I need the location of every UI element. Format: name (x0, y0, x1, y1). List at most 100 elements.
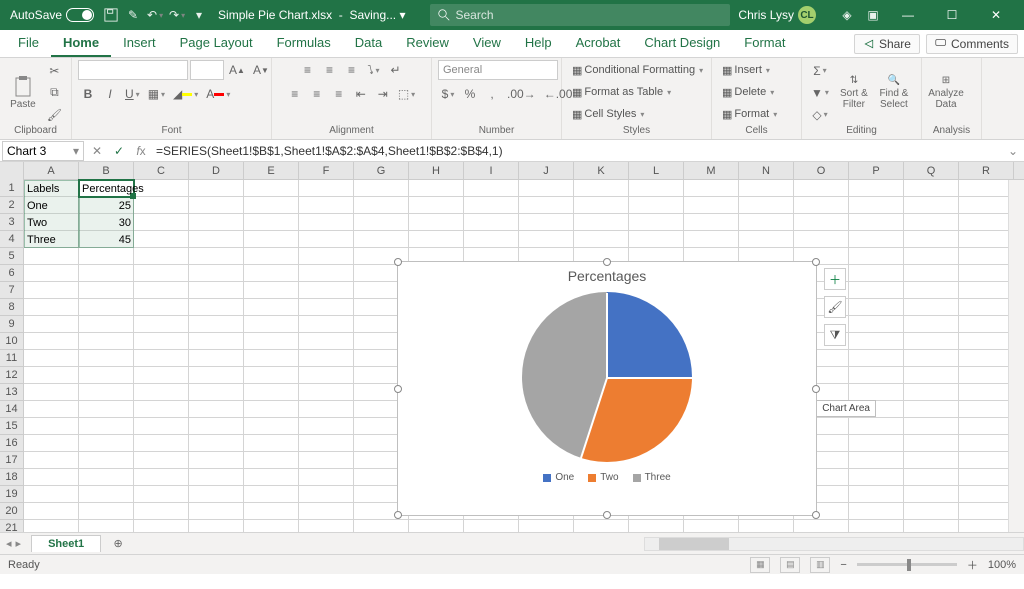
column-header[interactable]: Q (904, 162, 959, 179)
decrease-indent-button[interactable]: ⇤ (351, 84, 371, 104)
minimize-button[interactable]: — (888, 0, 928, 30)
column-header[interactable]: C (134, 162, 189, 179)
worksheet-grid[interactable]: ABCDEFGHIJKLMNOPQR 123456789101112131415… (0, 162, 1024, 532)
row-header[interactable]: 20 (0, 503, 24, 520)
row-header[interactable]: 7 (0, 282, 24, 299)
pie-chart[interactable] (522, 292, 692, 462)
sort-filter-button[interactable]: ⇅ Sort & Filter (836, 70, 872, 116)
tab-help[interactable]: Help (513, 30, 564, 57)
cut-button[interactable]: ✂ (44, 61, 64, 81)
column-header[interactable]: B (79, 162, 134, 179)
font-color-button[interactable]: A (203, 84, 233, 104)
row-header[interactable]: 2 (0, 197, 24, 214)
ribbon-display-icon[interactable]: ▣ (862, 4, 884, 26)
row-header[interactable]: 16 (0, 435, 24, 452)
merge-button[interactable]: ⬚ (395, 84, 418, 104)
row-header[interactable]: 3 (0, 214, 24, 231)
column-header[interactable]: I (464, 162, 519, 179)
row-header[interactable]: 6 (0, 265, 24, 282)
chart-elements-button[interactable]: ＋ (824, 268, 846, 290)
save-icon[interactable] (100, 4, 122, 26)
autosum-button[interactable]: Σ (810, 61, 830, 81)
row-header[interactable]: 4 (0, 231, 24, 248)
autosave-toggle[interactable]: AutoSave (4, 8, 100, 22)
cell-A1[interactable]: Labels (24, 180, 79, 197)
fx-button[interactable]: fx (130, 144, 152, 158)
row-header[interactable]: 19 (0, 486, 24, 503)
cell-A2[interactable]: One (24, 197, 79, 214)
fill-color-button[interactable]: ◢ (170, 84, 201, 104)
column-header[interactable]: M (684, 162, 739, 179)
analyze-data-button[interactable]: ⊞ Analyze Data (928, 70, 964, 116)
row-header[interactable]: 21 (0, 520, 24, 532)
column-header[interactable]: K (574, 162, 629, 179)
column-header[interactable]: O (794, 162, 849, 179)
percent-button[interactable]: % (460, 84, 480, 104)
bold-button[interactable]: B (78, 84, 98, 104)
comments-button[interactable]: Comments (926, 34, 1018, 54)
tab-chart-design[interactable]: Chart Design (632, 30, 732, 57)
tab-acrobat[interactable]: Acrobat (564, 30, 633, 57)
close-button[interactable]: ✕ (976, 0, 1016, 30)
align-left-button[interactable]: ≡ (285, 84, 305, 104)
comma-style-button[interactable]: , (482, 84, 502, 104)
italic-button[interactable]: I (100, 84, 120, 104)
column-header[interactable]: D (189, 162, 244, 179)
qat-dropdown-icon[interactable]: ▾ (188, 4, 210, 26)
format-painter-button[interactable]: 🖌 (44, 105, 65, 125)
align-bottom-button[interactable]: ≡ (342, 60, 362, 80)
find-select-button[interactable]: 🔍 Find & Select (876, 70, 912, 116)
row-header[interactable]: 9 (0, 316, 24, 333)
row-header[interactable]: 8 (0, 299, 24, 316)
zoom-slider[interactable] (857, 563, 957, 566)
chart-filters-button[interactable]: ⧩ (824, 324, 846, 346)
delete-cells-button[interactable]: ▦ Delete (718, 82, 778, 102)
row-header[interactable]: 17 (0, 452, 24, 469)
format-cells-button[interactable]: ▦ Format (718, 104, 781, 124)
accounting-format-button[interactable]: $ (438, 84, 458, 104)
prev-sheet-button[interactable]: ◂ (6, 537, 12, 550)
row-header[interactable]: 13 (0, 384, 24, 401)
increase-indent-button[interactable]: ⇥ (373, 84, 393, 104)
cell-A3[interactable]: Two (24, 214, 79, 231)
font-size-combo[interactable] (190, 60, 224, 80)
increase-font-button[interactable]: A▲ (226, 60, 248, 80)
tab-page-layout[interactable]: Page Layout (168, 30, 265, 57)
tab-file[interactable]: File (6, 30, 51, 57)
row-header[interactable]: 14 (0, 401, 24, 418)
column-header[interactable]: G (354, 162, 409, 179)
horizontal-scrollbar[interactable] (644, 537, 1024, 551)
column-header[interactable]: A (24, 162, 79, 179)
column-header[interactable]: F (299, 162, 354, 179)
cell-A4[interactable]: Three (24, 231, 79, 248)
orientation-button[interactable]: ⭝ (364, 60, 384, 80)
zoom-in-button[interactable]: ＋ (967, 557, 978, 573)
row-header[interactable]: 11 (0, 350, 24, 367)
increase-decimal-button[interactable]: .00→ (504, 84, 539, 104)
zoom-level[interactable]: 100% (988, 559, 1016, 571)
search-input[interactable]: Search (430, 4, 730, 26)
row-header[interactable]: 12 (0, 367, 24, 384)
column-header[interactable]: J (519, 162, 574, 179)
add-sheet-button[interactable]: ⊕ (107, 537, 129, 550)
format-as-table-button[interactable]: ▦ Format as Table (568, 82, 675, 102)
column-header[interactable]: L (629, 162, 684, 179)
vertical-scrollbar[interactable] (1008, 180, 1024, 532)
row-header[interactable]: 1 (0, 180, 24, 197)
user-name[interactable]: Chris Lysy (738, 8, 794, 22)
zoom-out-button[interactable]: − (840, 559, 846, 571)
cell-B1[interactable]: Percentages (79, 180, 134, 197)
quick-edit-icon[interactable]: ✎ (122, 4, 144, 26)
insert-cells-button[interactable]: ▦ Insert (718, 60, 774, 80)
column-header[interactable]: R (959, 162, 1014, 179)
cell-B4[interactable]: 45 (79, 231, 134, 248)
wrap-text-button[interactable]: ↵ (386, 60, 406, 80)
undo-icon[interactable]: ↶ (144, 4, 166, 26)
redo-icon[interactable]: ↷ (166, 4, 188, 26)
align-right-button[interactable]: ≡ (329, 84, 349, 104)
tab-insert[interactable]: Insert (111, 30, 168, 57)
tab-review[interactable]: Review (394, 30, 461, 57)
row-header[interactable]: 10 (0, 333, 24, 350)
align-center-button[interactable]: ≡ (307, 84, 327, 104)
align-top-button[interactable]: ≡ (298, 60, 318, 80)
